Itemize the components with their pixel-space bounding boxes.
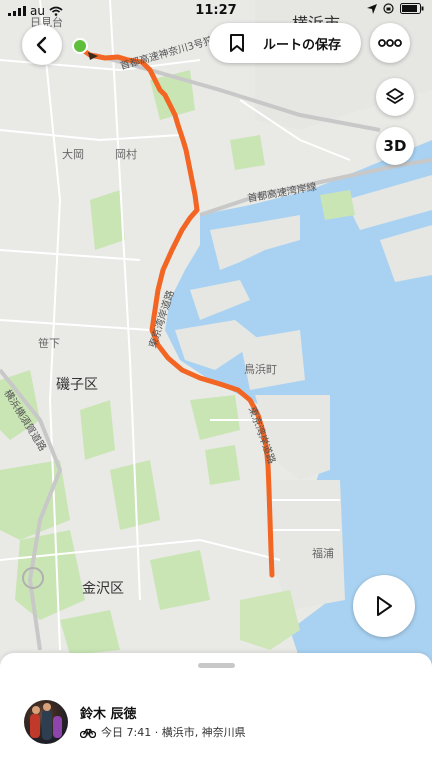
activity-details: 今日 7:41 · 横浜市, 神奈川県 — [80, 724, 246, 740]
start-marker — [72, 38, 88, 54]
play-flyover-button[interactable] — [353, 575, 415, 637]
avatar[interactable] — [24, 700, 68, 744]
orientation-lock-icon — [383, 3, 394, 14]
layers-icon — [386, 88, 404, 104]
bike-icon — [80, 728, 96, 738]
back-button[interactable] — [22, 25, 62, 65]
bookmark-icon — [230, 34, 244, 52]
location-arrow-icon — [367, 3, 377, 14]
place-label-fukuura: 福浦 — [312, 547, 334, 560]
athlete-name[interactable]: 鈴木 辰徳 — [80, 703, 137, 722]
status-bar: au 11:27 — [0, 0, 432, 22]
activity-details-text: 今日 7:41 · 横浜市, 神奈川県 — [101, 726, 246, 739]
play-icon — [377, 596, 392, 616]
place-label-sasage: 笹下 — [38, 337, 60, 350]
sheet-drag-handle[interactable] — [198, 663, 235, 668]
place-label-okamura: 岡村 — [115, 148, 137, 161]
battery-icon — [400, 3, 424, 14]
ward-label-isogo: 磯子区 — [56, 377, 98, 393]
ward-label-kanazawa: 金沢区 — [82, 581, 124, 597]
activity-sheet[interactable]: 鈴木 辰徳 今日 7:41 · 横浜市, 神奈川県 — [0, 653, 432, 768]
save-route-label: ルートの保存 — [263, 37, 342, 53]
map-layers-button[interactable] — [376, 78, 414, 116]
more-options-button[interactable] — [370, 23, 410, 63]
three-d-button[interactable]: 3D — [376, 127, 414, 165]
place-label-ooka: 大岡 — [62, 148, 84, 161]
chevron-left-icon — [36, 36, 47, 54]
three-d-label: 3D — [383, 137, 407, 155]
more-icon — [378, 39, 402, 47]
save-route-button[interactable]: ルートの保存 — [209, 23, 361, 63]
pier-land — [240, 330, 305, 390]
place-label-torihama: 鳥浜町 — [244, 363, 277, 376]
